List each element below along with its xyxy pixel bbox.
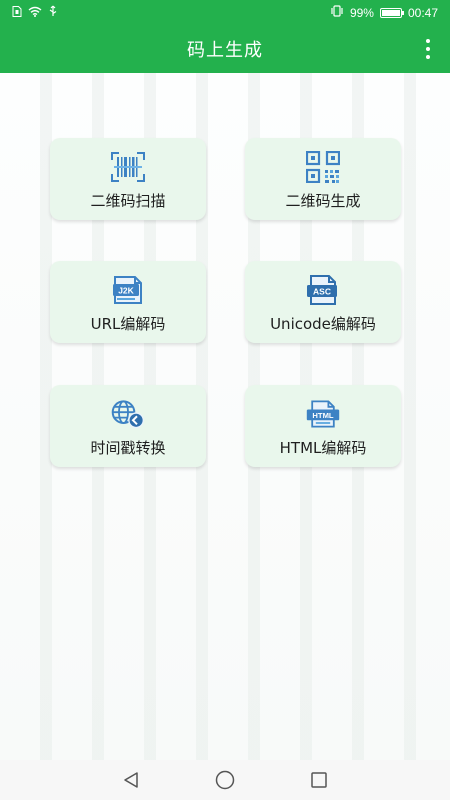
card-label: HTML编解码: [279, 439, 367, 457]
asc-file-icon: ASC: [305, 273, 341, 307]
more-options-button[interactable]: [422, 39, 434, 59]
recents-button[interactable]: [307, 768, 331, 792]
app-bar: 码上生成: [0, 25, 450, 73]
content-area: 二维码扫描 二维码生成 J2K URL编解码 ASC Unicode编解码 时间…: [0, 73, 450, 760]
usb-icon: [48, 5, 58, 20]
sim-icon: [12, 5, 22, 20]
url-codec-card[interactable]: J2K URL编解码: [50, 261, 206, 343]
html-file-icon: HTML: [305, 397, 341, 431]
battery-percent: 99%: [349, 5, 374, 20]
status-right: 99% 00:47: [330, 5, 438, 20]
card-label: 二维码扫描: [90, 192, 166, 210]
card-label: 二维码生成: [285, 192, 361, 210]
icon-text: J2K: [118, 286, 134, 296]
globe-clock-icon: [110, 397, 146, 431]
back-button[interactable]: [119, 768, 143, 792]
page-title: 码上生成: [187, 40, 263, 61]
barcode-scan-icon: [110, 150, 146, 184]
card-label: 时间戳转换: [90, 439, 166, 457]
recents-square-icon: [311, 772, 327, 788]
card-label: Unicode编解码: [270, 315, 376, 333]
system-nav-bar: [0, 760, 450, 800]
icon-text: HTML: [312, 411, 334, 420]
home-button[interactable]: [213, 768, 237, 792]
qr-scan-card[interactable]: 二维码扫描: [50, 138, 206, 220]
j2k-file-icon: J2K: [110, 273, 146, 307]
card-label: URL编解码: [90, 315, 166, 333]
unicode-codec-card[interactable]: ASC Unicode编解码: [245, 261, 401, 343]
vibrate-icon: [330, 5, 344, 20]
more-vertical-icon: [426, 39, 430, 43]
qr-generate-card[interactable]: 二维码生成: [245, 138, 401, 220]
status-bar: 99% 00:47: [0, 0, 450, 25]
wifi-icon: [28, 6, 42, 20]
icon-text: ASC: [313, 287, 331, 297]
home-circle-icon: [215, 770, 235, 790]
qr-code-icon: [305, 150, 341, 184]
html-codec-card[interactable]: HTML HTML编解码: [245, 385, 401, 467]
status-time: 00:47: [407, 5, 438, 20]
back-triangle-icon: [124, 772, 138, 788]
battery-icon: [379, 7, 404, 18]
status-left-icons: [12, 5, 58, 20]
timestamp-convert-card[interactable]: 时间戳转换: [50, 385, 206, 467]
